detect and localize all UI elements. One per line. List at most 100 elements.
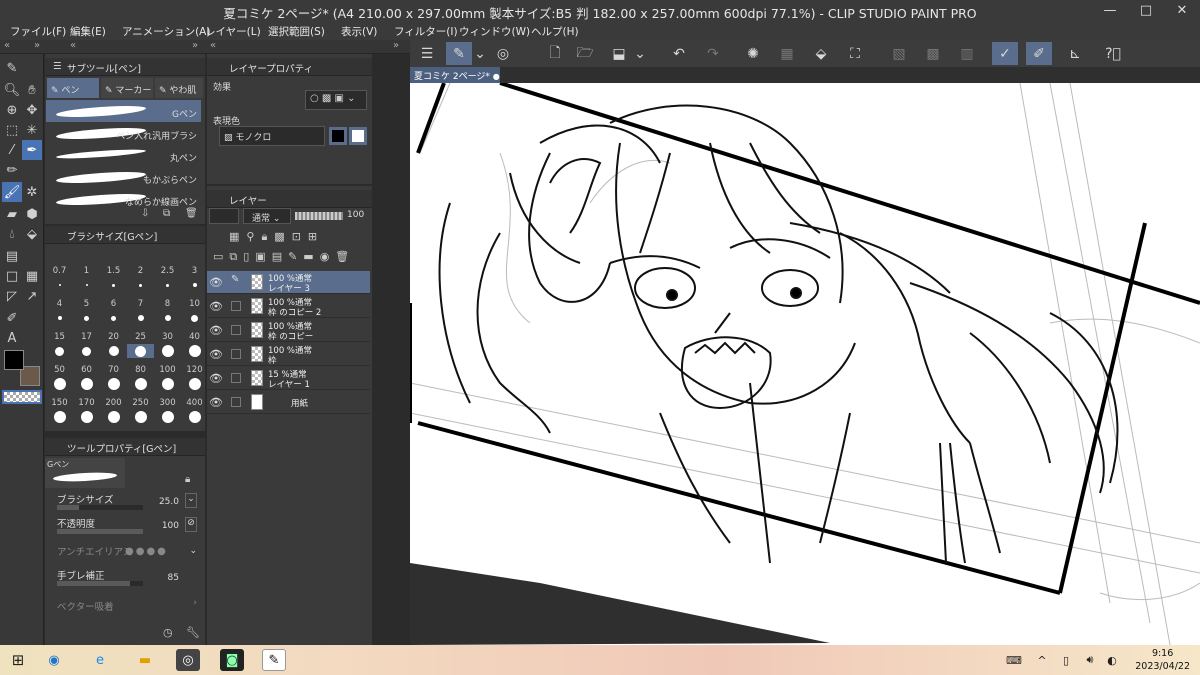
zoom-icon[interactable]: 🔍︎ (2, 80, 22, 100)
layer-select-checkbox[interactable] (231, 373, 241, 383)
subtool-tab-soft[interactable]: ✎ やわ肌 (155, 78, 203, 98)
menu-animation[interactable]: アニメーション(A) (122, 24, 210, 39)
brush-size-option[interactable] (127, 344, 154, 358)
layer-opacity-slider[interactable] (295, 212, 343, 220)
file-explorer-icon[interactable]: ▬ (133, 649, 157, 671)
brush-size-option[interactable] (46, 311, 73, 325)
brush-pressure-icon[interactable]: ✐ (1026, 42, 1052, 65)
menu-window[interactable]: ウィンドウ(W) (459, 24, 530, 39)
ruler-snap-icon[interactable]: ⊾ (1062, 42, 1088, 65)
close-button[interactable]: ✕ (1164, 0, 1200, 22)
windows-start-icon[interactable]: ⊞ (6, 649, 30, 671)
clock-settings-icon[interactable]: ◷ (163, 626, 173, 639)
line-color-black[interactable] (329, 127, 347, 145)
brush-size-option[interactable] (73, 410, 100, 424)
hand-icon[interactable]: ✋︎ (22, 80, 42, 100)
layer-row[interactable]: 👁︎ 100 %通常枠 (207, 343, 370, 366)
subtool-settings-icon[interactable]: ⇩ (141, 208, 149, 219)
canvas-area[interactable]: 夏コミケ 2ページ* ● (410, 67, 1200, 645)
layer-move-icon[interactable]: ⊕ (2, 100, 22, 120)
ie-icon[interactable]: e (88, 649, 112, 671)
collapse-left-icon-2[interactable]: « (70, 40, 76, 51)
effect-selector[interactable]: ○ ▩ ▣ ⌄ (305, 90, 367, 110)
pen-mode-icon[interactable]: ✎ (446, 42, 472, 65)
canvas-paper[interactable] (410, 81, 1200, 645)
eyedropper-icon[interactable]: ⁄ (2, 140, 22, 160)
layer-select-checkbox[interactable] (231, 397, 241, 407)
brush-size-option[interactable] (181, 311, 205, 325)
brush-size-option[interactable] (46, 278, 73, 292)
menu-layer[interactable]: レイヤー(L) (205, 24, 261, 39)
layer-row[interactable]: 👁︎ 100 %通常枠 のコピー 2 (207, 295, 370, 318)
volume-icon[interactable]: 🔊︎ (1078, 649, 1102, 671)
brush-size-option[interactable] (181, 377, 205, 391)
magic-wand-icon[interactable]: ✳︎ (22, 120, 42, 140)
stabilize-slider[interactable] (57, 581, 143, 586)
brush-size-option[interactable] (181, 410, 205, 424)
layer-row[interactable]: 👁︎ 用紙 (207, 391, 370, 414)
maximize-button[interactable]: □ (1128, 0, 1164, 22)
edge-icon[interactable]: ◉ (42, 649, 66, 671)
fill-icon[interactable]: 💧︎ (2, 224, 22, 244)
move-icon[interactable]: ✥ (22, 100, 42, 120)
brush-icon[interactable]: 🖌︎ (2, 182, 22, 202)
transform-icon[interactable]: ⛶ (842, 42, 868, 65)
brush-size-option[interactable] (46, 377, 73, 391)
brush-size-option[interactable] (127, 377, 154, 391)
layer-row[interactable]: 👁︎ 15 %通常 レイヤー 1 (207, 367, 370, 390)
opacity-property[interactable]: 不透明度 100 ⊘ (47, 516, 203, 538)
opacity-link-icon[interactable]: ⊘ (185, 517, 197, 532)
brush-size-option[interactable] (100, 344, 127, 358)
help-icon[interactable]: ?⃝ (1100, 42, 1126, 65)
brush-size-option[interactable] (154, 344, 181, 358)
clip-studio-paint-icon[interactable]: ✎ (262, 649, 286, 671)
show-hidden-icons-icon[interactable]: ^ (1030, 649, 1054, 671)
layer-select-checkbox[interactable] (231, 325, 241, 335)
line-correct-icon[interactable]: ✐ (2, 308, 22, 328)
loading-icon[interactable]: ✺ (740, 42, 766, 65)
ruler-icon[interactable]: ◸ (2, 286, 22, 306)
layer-select-checkbox[interactable] (231, 349, 241, 359)
layer-row[interactable]: 👁︎ ✎ 100 %通常 レイヤー 3 (207, 271, 370, 294)
operation-icon[interactable]: ↗ (22, 286, 42, 306)
selection-icon[interactable]: ⬚ (2, 120, 22, 140)
gradient-icon[interactable]: ▤ (2, 246, 22, 266)
figure-icon[interactable]: □ (2, 266, 22, 286)
editing-pen-icon[interactable]: ✎ (231, 274, 241, 285)
brush-smooth[interactable]: なめらか線画ペン (46, 188, 201, 210)
main-color-swatch[interactable] (4, 350, 24, 370)
brush-size-option[interactable] (100, 311, 127, 325)
undo-icon[interactable]: ↶ (666, 42, 692, 65)
layer-lock-icons[interactable]: ▦⚲🔒︎▩⊡⊞ (229, 230, 324, 244)
layer-row[interactable]: 👁︎ 100 %通常枠 のコピー (207, 319, 370, 342)
brush-size-option[interactable] (154, 278, 181, 292)
brush-size-dropdown-icon[interactable]: ⌄ (185, 493, 197, 508)
menu-help[interactable]: ヘルプ(H) (531, 24, 579, 39)
layer-select-checkbox[interactable] (231, 301, 241, 311)
brush-size-option[interactable] (154, 311, 181, 325)
redo-icon[interactable]: ↷ (700, 42, 726, 65)
collapse-right-icon-3[interactable]: » (393, 40, 399, 51)
notification-icon[interactable]: ◐ (1100, 649, 1124, 671)
brush-size-slider[interactable] (57, 505, 143, 510)
brush-size-option[interactable] (100, 377, 127, 391)
selection-mode-icon[interactable]: ▥ (954, 42, 980, 65)
stabilize-property[interactable]: 手ブレ補正 85 (47, 568, 203, 590)
frame-icon[interactable]: ▦ (22, 266, 42, 286)
visibility-eye-icon[interactable]: 👁︎ (209, 372, 223, 385)
line-color-white[interactable] (349, 127, 367, 145)
layer-action-icons[interactable]: ▭⧉▯▣▤✎▬◉🗑︎ (213, 250, 355, 264)
blend-icon[interactable]: ⬢ (22, 204, 42, 224)
menu-file[interactable]: ファイル(F) (10, 24, 66, 39)
expression-color-select[interactable]: ▨ モノクロ (219, 126, 325, 146)
brush-size-option[interactable] (127, 311, 154, 325)
brush-size-option[interactable] (46, 410, 73, 424)
menu-selection[interactable]: 選択範囲(S) (268, 24, 325, 39)
tab-close-icon[interactable]: ● (493, 72, 500, 81)
battery-icon[interactable]: ▯ (1054, 649, 1078, 671)
brush-gpen[interactable]: Gペン (46, 100, 201, 122)
eraser-icon[interactable]: ▰ (2, 204, 22, 224)
invert-selection-icon[interactable]: ▩ (920, 42, 946, 65)
save-dropdown-icon[interactable]: ⌄ (632, 42, 648, 65)
opacity-slider[interactable] (57, 529, 143, 534)
